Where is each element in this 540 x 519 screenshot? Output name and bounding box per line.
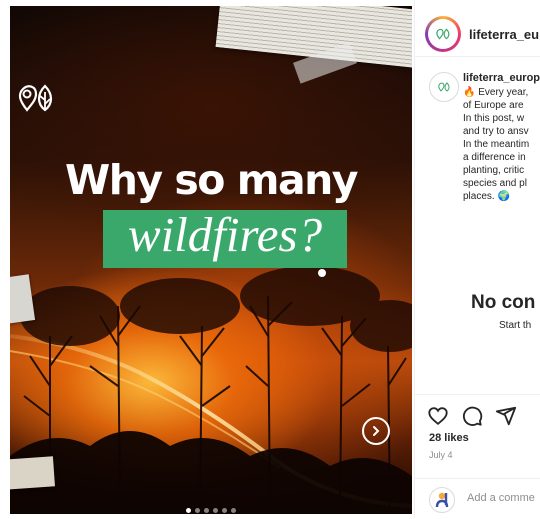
post-side-panel: lifeterra_euro lifeterra_europ 🔥 Every y… [414, 0, 540, 518]
no-comments-title: No con [471, 292, 536, 313]
caption-line: 🔥 Every year, [463, 87, 529, 98]
header-avatar[interactable] [425, 16, 461, 52]
paper-scrap [10, 456, 55, 490]
user-avatar [429, 487, 455, 513]
post-image[interactable]: Why so many wildfires? [10, 6, 412, 514]
caption-line: a difference in [463, 152, 526, 163]
caption-line: In this post, w [463, 113, 525, 124]
user-avatar-icon [435, 492, 449, 508]
carousel-dot[interactable] [231, 508, 236, 513]
caption-line: planting, critic [463, 165, 525, 176]
next-slide-button[interactable] [362, 417, 390, 445]
share-icon[interactable] [495, 405, 517, 427]
caption-text: 🔥 Every year, of Europe are In this post, … [463, 86, 540, 203]
caption-line: species and pl [463, 178, 527, 189]
no-comments-subtitle: Start th [499, 320, 532, 331]
carousel-dot[interactable] [213, 508, 218, 513]
lifeterra-logo-icon [438, 82, 450, 92]
caption-line: In the meantim [463, 139, 530, 150]
comment-icon[interactable] [461, 405, 483, 427]
caption-line: places. 🌍 [463, 191, 510, 202]
carousel-indicator [10, 508, 412, 513]
carousel-dot[interactable] [204, 508, 209, 513]
chevron-right-icon [373, 426, 380, 436]
comment-bar [415, 478, 540, 519]
caption-avatar[interactable] [429, 72, 459, 102]
post-date: July 4 [429, 450, 453, 460]
lifeterra-logo-icon [18, 84, 53, 112]
likes-count[interactable]: 28 likes [429, 432, 469, 444]
heart-icon[interactable] [427, 405, 449, 427]
caption-line: and try to ansv [463, 126, 529, 137]
carousel-dot[interactable] [186, 508, 191, 513]
lifeterra-logo-icon [436, 28, 450, 40]
carousel-dot[interactable] [222, 508, 227, 513]
action-bar [415, 394, 540, 426]
header-username[interactable]: lifeterra_euro [469, 27, 540, 42]
carousel-dot[interactable] [195, 508, 200, 513]
caption-username[interactable]: lifeterra_europ [463, 72, 540, 84]
post-headline: Why so many [64, 156, 359, 204]
post-header: lifeterra_euro [415, 10, 540, 57]
comment-input[interactable] [467, 492, 540, 504]
caption-line: of Europe are [463, 100, 524, 111]
decorative-dot [318, 269, 326, 277]
post-highlight-word: wildfires? [127, 207, 323, 262]
